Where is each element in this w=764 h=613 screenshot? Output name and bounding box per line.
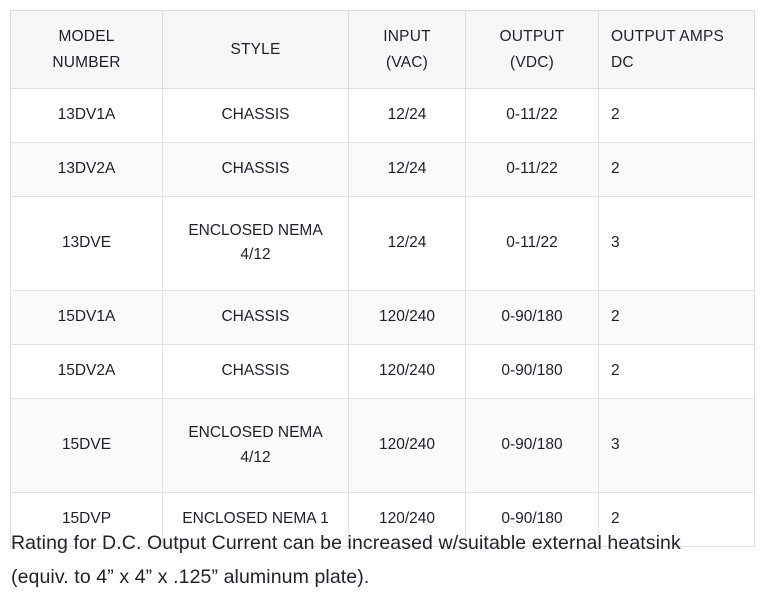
column-header-style-line1: STYLE (230, 40, 281, 58)
column-header-model-number-line1: MODEL (58, 28, 115, 46)
column-header-input-line1: INPUT (383, 28, 431, 46)
cell-output-vdc: 0-11/22 (465, 88, 599, 143)
cell-style-line1: ENCLOSED NEMA 1 (182, 510, 329, 528)
cell-style-line1: ENCLOSED NEMA (188, 423, 323, 441)
cell-style-line1: CHASSIS (221, 361, 290, 379)
column-header-output-amps-line1: OUTPUT AMPS (611, 28, 725, 46)
column-header-output-line2: (VDC) (509, 53, 555, 71)
cell-model-number: 13DV1A (10, 88, 163, 143)
cell-output-vdc: 0-90/180 (465, 397, 599, 494)
cell-style: CHASSIS (162, 290, 349, 345)
cell-style: CHASSIS (162, 343, 349, 399)
cell-output-amps-dc: 2 (598, 343, 755, 399)
cell-style: ENCLOSED NEMA 4/12 (162, 397, 349, 494)
cell-style-line1: CHASSIS (221, 159, 290, 177)
column-header-output-amps-line2: DC (611, 53, 634, 71)
cell-model-number: 15DV1A (10, 290, 163, 345)
cell-output-vdc: 0-11/22 (465, 141, 599, 197)
cell-model-number: 13DV2A (10, 141, 163, 197)
cell-output-amps-dc: 2 (598, 290, 755, 345)
table-body: 13DV1A CHASSIS 12/24 0-11/22 2 13DV2A CH… (10, 88, 755, 548)
table-header-row: MODEL NUMBER STYLE INPUT (VAC) OUTPUT (V… (10, 10, 755, 89)
table-header: MODEL NUMBER STYLE INPUT (VAC) OUTPUT (V… (10, 10, 755, 89)
column-header-model-number-line2: NUMBER (52, 53, 121, 71)
cell-style: ENCLOSED NEMA 4/12 (162, 195, 349, 292)
cell-input-vac: 120/240 (348, 290, 466, 345)
cell-output-amps-dc: 2 (598, 141, 755, 197)
table-row: 13DV2A CHASSIS 12/24 0-11/22 2 (10, 141, 755, 197)
column-header-output-amps-dc: OUTPUT AMPS DC (598, 10, 755, 89)
cell-output-amps-dc: 3 (598, 195, 755, 292)
cell-input-vac: 120/240 (348, 343, 466, 399)
specification-page: MODEL NUMBER STYLE INPUT (VAC) OUTPUT (V… (0, 0, 764, 613)
cell-output-amps-dc: 3 (598, 397, 755, 494)
table-row: 15DVE ENCLOSED NEMA 4/12 120/240 0-90/18… (10, 397, 755, 494)
cell-style: CHASSIS (162, 141, 349, 197)
cell-style-line1: CHASSIS (221, 308, 290, 326)
cell-input-vac: 120/240 (348, 397, 466, 494)
table-row: 15DV2A CHASSIS 120/240 0-90/180 2 (10, 343, 755, 399)
column-header-input-line2: (VAC) (385, 53, 429, 71)
cell-model-number: 15DVE (10, 397, 163, 494)
cell-output-vdc: 0-90/180 (465, 343, 599, 399)
spec-table-container: MODEL NUMBER STYLE INPUT (VAC) OUTPUT (V… (10, 10, 755, 548)
cell-output-amps-dc: 2 (598, 88, 755, 143)
column-header-output-vdc: OUTPUT (VDC) (465, 10, 599, 89)
cell-style-line2: 4/12 (240, 246, 271, 264)
product-specification-table: MODEL NUMBER STYLE INPUT (VAC) OUTPUT (V… (10, 10, 755, 548)
column-header-style: STYLE (162, 10, 349, 89)
table-row: 15DV1A CHASSIS 120/240 0-90/180 2 (10, 290, 755, 345)
cell-input-vac: 12/24 (348, 141, 466, 197)
column-header-input-vac: INPUT (VAC) (348, 10, 466, 89)
column-header-model-number: MODEL NUMBER (10, 10, 163, 89)
cell-input-vac: 12/24 (348, 88, 466, 143)
cell-style-line1: CHASSIS (221, 106, 290, 123)
cell-style-line1: ENCLOSED NEMA (188, 221, 323, 239)
table-footnote: Rating for D.C. Output Current can be in… (11, 532, 681, 588)
cell-style: CHASSIS (162, 88, 349, 143)
column-header-output-line1: OUTPUT (499, 28, 565, 46)
cell-style-line2: 4/12 (240, 448, 271, 466)
cell-model-number: 13DVE (10, 195, 163, 292)
table-row: 13DVE ENCLOSED NEMA 4/12 12/24 0-11/22 3 (10, 195, 755, 292)
cell-output-vdc: 0-90/180 (465, 290, 599, 345)
cell-input-vac: 12/24 (348, 195, 466, 292)
cell-model-number: 15DV2A (10, 343, 163, 399)
cell-output-vdc: 0-11/22 (465, 195, 599, 292)
table-row: 13DV1A CHASSIS 12/24 0-11/22 2 (10, 88, 755, 143)
